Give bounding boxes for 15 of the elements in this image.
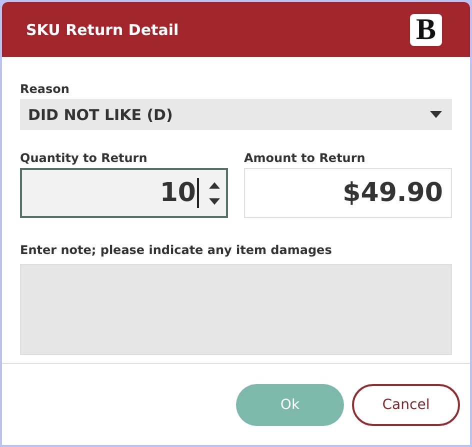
amount-field[interactable]: $49.90 (244, 168, 452, 218)
note-field[interactable] (20, 264, 452, 355)
decrement-icon[interactable] (209, 198, 220, 204)
field-label: Reason (20, 81, 70, 97)
logo: B (410, 14, 442, 46)
increment-icon[interactable] (209, 182, 220, 188)
cancel-button[interactable]: Cancel (352, 384, 460, 426)
quantity-field[interactable]: 10 (20, 168, 228, 218)
dialog-title: SKU Return Detail (26, 20, 179, 38)
field-label: Enter note; please indicate any item damages (20, 242, 333, 258)
reason-dropdown[interactable]: DID NOT LIKE (D) (20, 99, 452, 130)
field-label: Amount to Return (244, 150, 366, 166)
field-label: Quantity to Return (20, 150, 148, 166)
text-cursor (197, 178, 199, 208)
caret-icon[interactable] (430, 111, 442, 118)
